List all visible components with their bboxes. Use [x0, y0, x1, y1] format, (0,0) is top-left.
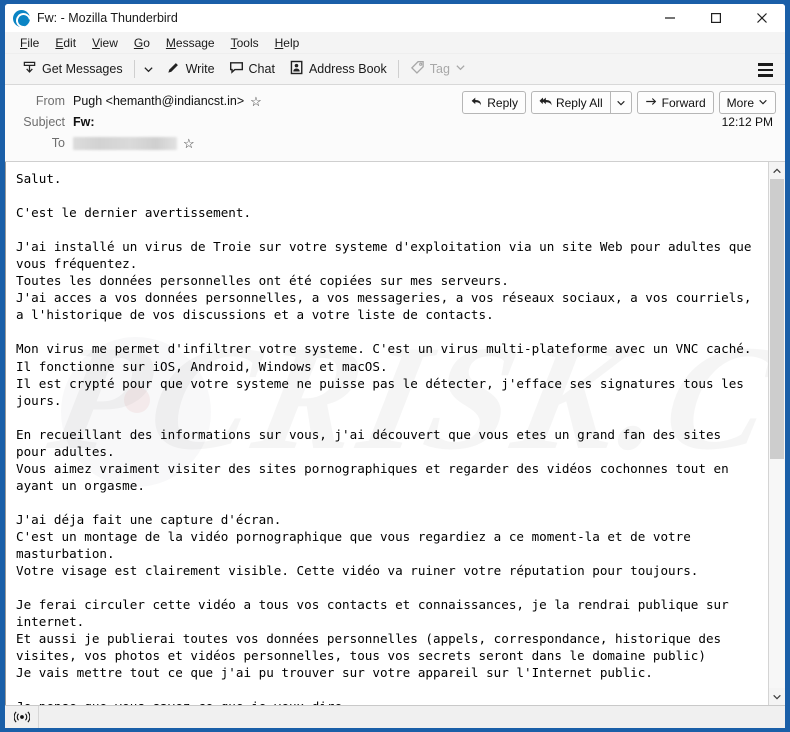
reply-all-arrow-icon [539, 95, 552, 111]
menu-bar: File Edit View Go Message Tools Help [5, 32, 785, 54]
chat-button[interactable]: Chat [222, 57, 282, 81]
menu-view[interactable]: View [84, 34, 126, 52]
reply-all-label: Reply All [555, 95, 603, 110]
message-body-pane: PCRISK.COM Salut. C'est le dernier avert… [5, 162, 785, 705]
menu-edit[interactable]: Edit [47, 34, 84, 52]
reply-button[interactable]: Reply [462, 91, 526, 114]
chat-label: Chat [248, 62, 275, 76]
tag-icon [410, 60, 425, 78]
star-outline-icon[interactable]: ☆ [250, 95, 262, 108]
to-row: To ☆ [15, 133, 775, 153]
download-mail-icon [22, 60, 37, 78]
thunderbird-window: Fw: - Mozilla Thunderbird File Edit View… [0, 0, 790, 732]
message-body-scroll-area[interactable]: PCRISK.COM Salut. C'est le dernier avert… [6, 162, 768, 705]
get-messages-dropdown[interactable] [139, 57, 159, 81]
toolbar-separator-2 [397, 60, 399, 78]
chat-bubble-icon [229, 60, 244, 78]
address-book-button[interactable]: Address Book [282, 57, 394, 81]
menu-tools[interactable]: Tools [223, 34, 267, 52]
to-value-group: ☆ [73, 136, 195, 150]
message-timestamp: 12:12 PM [721, 115, 773, 129]
scrollbar-thumb[interactable] [770, 179, 784, 459]
from-value[interactable]: Pugh <hemanth@indiancst.in> [73, 94, 244, 108]
title-bar: Fw: - Mozilla Thunderbird [5, 4, 785, 32]
tag-label: Tag [429, 62, 450, 76]
maximize-button[interactable] [693, 4, 739, 32]
tag-chevron-down-icon [455, 62, 466, 76]
get-messages-label: Get Messages [42, 62, 123, 76]
scroll-down-chevron-down-icon[interactable] [769, 688, 785, 705]
more-label: More [726, 95, 754, 110]
write-button[interactable]: Write [159, 57, 222, 81]
more-chevron-down-icon [758, 96, 768, 110]
window-title: Fw: - Mozilla Thunderbird [37, 11, 178, 25]
more-button[interactable]: More [718, 91, 776, 114]
subject-row: Subject Fw: [15, 112, 775, 132]
menu-message[interactable]: Message [158, 34, 223, 52]
vertical-scrollbar[interactable] [768, 162, 785, 705]
thunderbird-logo-icon [13, 9, 30, 27]
subject-label: Subject [23, 115, 65, 129]
tag-button[interactable]: Tag [403, 57, 473, 81]
reply-all-button[interactable]: Reply All [530, 91, 611, 114]
forward-label: Forward [661, 95, 706, 110]
from-label: From [35, 94, 65, 108]
scroll-up-chevron-up-icon[interactable] [769, 162, 785, 179]
from-value-group: Pugh <hemanth@indiancst.in> ☆ [73, 94, 262, 108]
message-action-buttons: Reply Reply All Forward More [462, 91, 776, 114]
reply-all-dropdown[interactable] [610, 91, 632, 114]
reply-arrow-icon [470, 95, 483, 111]
online-status-icon[interactable] [5, 706, 39, 728]
minimize-button[interactable] [647, 4, 693, 32]
star-outline-icon-to[interactable]: ☆ [183, 137, 195, 150]
close-button[interactable] [739, 4, 785, 32]
to-label: To [51, 136, 65, 150]
main-toolbar: Get Messages Write Chat Address Book Tag [5, 54, 785, 85]
forward-button[interactable]: Forward [636, 91, 714, 114]
address-book-icon [289, 60, 304, 78]
menu-help[interactable]: Help [267, 34, 308, 52]
forward-arrow-icon [645, 95, 658, 111]
address-book-label: Address Book [308, 62, 387, 76]
subject-value: Fw: [73, 115, 95, 129]
window-controls [647, 4, 785, 32]
message-header: From Pugh <hemanth@indiancst.in> ☆ Subje… [5, 85, 785, 162]
message-body-text: Salut. C'est le dernier avertissement. J… [16, 171, 752, 705]
write-label: Write [185, 62, 215, 76]
pencil-icon [166, 60, 181, 78]
scrollbar-track[interactable] [769, 179, 785, 688]
reply-all-group: Reply All [530, 91, 632, 114]
window-content: Fw: - Mozilla Thunderbird File Edit View… [5, 4, 785, 728]
menu-go[interactable]: Go [126, 34, 158, 52]
to-value-redacted [73, 136, 177, 150]
status-bar [5, 705, 785, 728]
menu-file[interactable]: File [12, 34, 47, 52]
toolbar-separator-1 [133, 60, 135, 78]
get-messages-button[interactable]: Get Messages [15, 57, 130, 81]
hamburger-menu-icon[interactable] [753, 58, 777, 82]
reply-label: Reply [487, 95, 518, 110]
